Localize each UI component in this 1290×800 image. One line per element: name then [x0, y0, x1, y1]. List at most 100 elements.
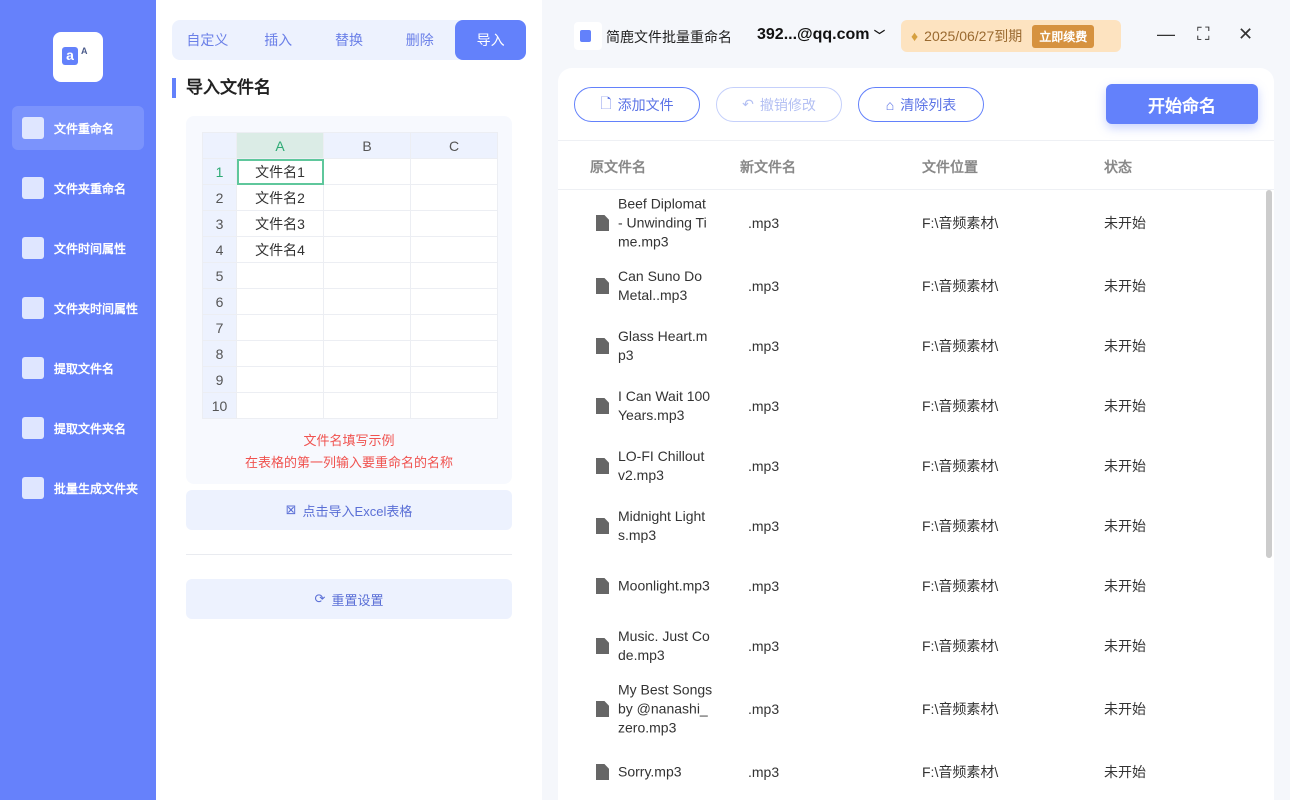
- status: 未开始: [1104, 278, 1146, 294]
- sheet-header-row: ABC: [202, 132, 498, 159]
- import-excel-button[interactable]: ⊠ 点击导入Excel表格: [186, 490, 512, 530]
- new-name: .mp3: [748, 764, 780, 780]
- sidebar-item[interactable]: 文件夹重命名: [12, 166, 144, 210]
- new-name: .mp3: [748, 458, 780, 474]
- sheet-cell[interactable]: [323, 236, 411, 263]
- sheet-cell[interactable]: [410, 340, 498, 367]
- sheet-cell[interactable]: [323, 262, 411, 289]
- close-icon[interactable]: ✕: [1238, 24, 1253, 45]
- header-original-name: 原文件名: [590, 159, 646, 175]
- new-name: .mp3: [748, 215, 780, 231]
- file-icon: [596, 398, 609, 414]
- file-icon: [596, 701, 609, 717]
- sheet-cell[interactable]: [323, 366, 411, 393]
- chevron-down-icon: ﹀: [873, 30, 885, 42]
- tab-insert[interactable]: 插入: [243, 20, 314, 60]
- sidebar-item-label: 提取文件名: [54, 361, 115, 376]
- sheet-cell[interactable]: [410, 314, 498, 341]
- sheet-cell[interactable]: 文件名4: [236, 236, 324, 263]
- sidebar-item[interactable]: 文件时间属性: [12, 226, 144, 270]
- file-location: F:\音频素材\: [922, 278, 999, 294]
- sheet-cell[interactable]: [410, 392, 498, 419]
- sheet-cell[interactable]: [323, 158, 411, 185]
- sheet-cell[interactable]: 文件名3: [236, 210, 324, 237]
- example-spreadsheet: A B C 1 文件名1 2 文件名2 3 文件名3 4 文件名4 5 6 7 8 9 10: [202, 132, 498, 419]
- sidebar-item[interactable]: 文件夹时间属性: [12, 286, 144, 330]
- folder-add-icon: [22, 477, 44, 499]
- tab-delete[interactable]: 删除: [384, 20, 455, 60]
- clear-list-button[interactable]: ⌂ 清除列表: [858, 87, 984, 122]
- sheet-cell[interactable]: 文件名2: [236, 184, 324, 211]
- table-row[interactable]: Sorry.mp3 .mp3 F:\音频素材\ 未开始: [558, 742, 1274, 800]
- file-icon: [596, 458, 609, 474]
- table-row[interactable]: I Can Wait 100 Years.mp3 .mp3 F:\音频素材\ 未…: [558, 376, 1274, 436]
- import-excel-label: 点击导入Excel表格: [302, 503, 413, 519]
- sheet-cell[interactable]: [323, 288, 411, 315]
- table-row[interactable]: Can Suno Do Metal..mp3 .mp3 F:\音频素材\ 未开始: [558, 256, 1274, 316]
- sheet-cell[interactable]: [410, 184, 498, 211]
- sheet-cell[interactable]: [410, 236, 498, 263]
- sheet-cell[interactable]: 文件名1: [236, 158, 324, 185]
- sheet-cell[interactable]: [410, 288, 498, 315]
- tab-import[interactable]: 导入: [455, 20, 526, 60]
- user-email: 392...@qq.com: [757, 26, 870, 43]
- user-account-dropdown[interactable]: 392...@qq.com ﹀: [757, 26, 885, 44]
- table-row[interactable]: Beef Diplomat - Unwinding Time.mp3 .mp3 …: [558, 190, 1274, 256]
- file-icon: [596, 578, 609, 594]
- header-location: 文件位置: [922, 159, 978, 175]
- table-row[interactable]: Moonlight.mp3 .mp3 F:\音频素材\ 未开始: [558, 556, 1274, 616]
- original-name: My Best Songs by @nanashi_zero.mp3: [618, 681, 713, 736]
- undo-icon: ↶: [742, 96, 754, 112]
- folder-clock-icon: [22, 297, 44, 319]
- sheet-row-header: 4: [202, 236, 237, 263]
- app-name: 简鹿文件批量重命名: [606, 29, 732, 45]
- sheet-cell[interactable]: [410, 210, 498, 237]
- start-rename-button[interactable]: 开始命名: [1106, 84, 1258, 124]
- sidebar-item[interactable]: 提取文件名: [12, 346, 144, 390]
- sidebar-item[interactable]: 文件重命名: [12, 106, 144, 150]
- new-name: .mp3: [748, 701, 780, 717]
- sheet-cell[interactable]: [323, 340, 411, 367]
- file-icon: [596, 215, 609, 231]
- table-row[interactable]: Midnight Lights.mp3 .mp3 F:\音频素材\ 未开始: [558, 496, 1274, 556]
- sheet-cell[interactable]: [236, 314, 324, 341]
- sheet-cell[interactable]: [323, 210, 411, 237]
- section-title: 导入文件名: [172, 78, 271, 98]
- hint-text: 在表格的第一列输入要重命名的名称: [244, 455, 453, 470]
- file-icon: [596, 764, 609, 780]
- sheet-cell[interactable]: [323, 392, 411, 419]
- table-row[interactable]: LO-FI Chillout v2.mp3 .mp3 F:\音频素材\ 未开始: [558, 436, 1274, 496]
- sheet-cell[interactable]: [410, 262, 498, 289]
- table-row[interactable]: Glass Heart.mp3 .mp3 F:\音频素材\ 未开始: [558, 316, 1274, 376]
- vip-badge: ♦ 2025/06/27到期 立即续费: [901, 20, 1121, 52]
- sheet-cell[interactable]: [323, 184, 411, 211]
- tab-replace[interactable]: 替换: [314, 20, 385, 60]
- renew-button[interactable]: 立即续费: [1032, 24, 1095, 48]
- sheet-cell[interactable]: [236, 392, 324, 419]
- sheet-cell[interactable]: [410, 158, 498, 185]
- reset-settings-button[interactable]: ⟳ 重置设置: [186, 579, 512, 619]
- sidebar-item[interactable]: 提取文件夹名: [12, 406, 144, 450]
- sheet-cell[interactable]: [323, 314, 411, 341]
- sheet-cell[interactable]: [236, 262, 324, 289]
- table-row[interactable]: My Best Songs by @nanashi_zero.mp3 .mp3 …: [558, 676, 1274, 742]
- sheet-cell[interactable]: [410, 366, 498, 393]
- header-status: 状态: [1104, 159, 1132, 175]
- scrollbar[interactable]: [1266, 190, 1272, 558]
- tab-custom[interactable]: 自定义: [172, 20, 243, 60]
- maximize-icon[interactable]: ⛶: [1197, 24, 1210, 45]
- sheet-row: 1 文件名1: [202, 158, 498, 185]
- sidebar-item[interactable]: 批量生成文件夹: [12, 466, 144, 510]
- reset-label: 重置设置: [331, 592, 384, 608]
- file-list-card: 🗋 添加文件 ↶ 撤销修改 ⌂ 清除列表 开始命名 原文件名 新文件名 文件位置 状态…: [558, 68, 1274, 800]
- sheet-cell[interactable]: [236, 340, 324, 367]
- minimize-icon[interactable]: —: [1157, 24, 1175, 45]
- sheet-column-header: B: [323, 132, 411, 159]
- file-clock-icon: [22, 237, 44, 259]
- sheet-row-header: 2: [202, 184, 237, 211]
- sheet-cell[interactable]: [236, 288, 324, 315]
- add-file-button[interactable]: 🗋 添加文件: [574, 87, 700, 122]
- undo-button[interactable]: ↶ 撤销修改: [716, 87, 842, 122]
- table-row[interactable]: Music. Just Code.mp3 .mp3 F:\音频素材\ 未开始: [558, 616, 1274, 676]
- sheet-cell[interactable]: [236, 366, 324, 393]
